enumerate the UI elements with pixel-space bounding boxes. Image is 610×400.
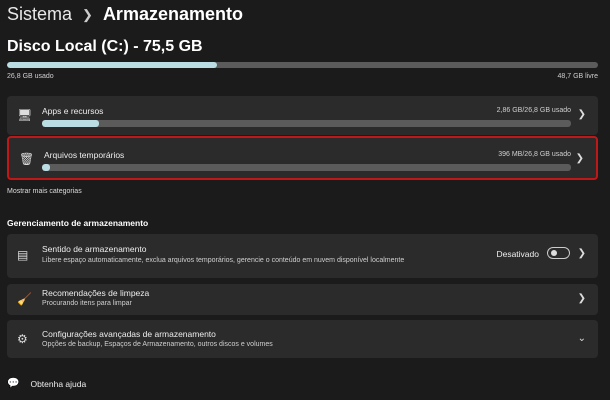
cleanup-recommendations[interactable]: 🧹 Recomendações de limpeza Procurando it… (7, 284, 598, 315)
category-temp-files[interactable]: 🗑 Arquivos temporários 396 MB/26,8 GB us… (7, 136, 598, 180)
chevron-right-icon: ❯ (82, 6, 93, 22)
storage-sense-toggle[interactable] (547, 247, 570, 259)
category-bar (42, 120, 571, 127)
disk-usage-fill (7, 62, 217, 68)
toggle-label: Desativado (496, 249, 539, 259)
chevron-right-icon: ❯ (577, 293, 586, 304)
help-label: Obtenha ajuda (30, 378, 87, 389)
category-bar-fill (42, 164, 50, 171)
storage-icon: ▤ (17, 248, 29, 262)
category-usage: 2,86 GB/26,8 GB usado (496, 107, 571, 114)
broom-icon: 🧹 (17, 292, 32, 306)
item-subtitle: Libere espaço automaticamente, exclua ar… (42, 257, 405, 264)
apps-icon: 🖥 (17, 108, 33, 122)
chevron-right-icon: ❯ (577, 248, 586, 259)
help-link[interactable]: 💬 Obtenha ajuda (7, 378, 86, 389)
section-heading: Gerenciamento de armazenamento (7, 218, 149, 228)
category-bar-fill (42, 120, 99, 127)
gear-icon: ⚙ (17, 332, 28, 346)
category-label: Apps e recursos (42, 106, 104, 116)
item-title: Recomendações de limpeza (42, 288, 150, 298)
disk-free-label: 48,7 GB livre (557, 73, 598, 80)
show-more-link[interactable]: Mostrar mais categorias (7, 188, 82, 195)
category-apps[interactable]: 🖥 Apps e recursos 2,86 GB/26,8 GB usado … (7, 96, 598, 135)
breadcrumb: Sistema ❯ Armazenamento (7, 4, 243, 25)
chevron-right-icon: ❯ (577, 109, 586, 120)
page-title: Armazenamento (102, 4, 243, 24)
item-subtitle: Opções de backup, Espaços de Armazenamen… (42, 341, 273, 348)
disk-usage-bar (7, 62, 598, 68)
category-bar (42, 164, 571, 171)
help-icon: 💬 (7, 378, 20, 389)
advanced-storage-settings[interactable]: ⚙ Configurações avançadas de armazenamen… (7, 320, 598, 358)
chevron-down-icon: ⌄ (577, 333, 586, 344)
item-title: Sentido de armazenamento (42, 244, 147, 254)
category-usage: 396 MB/26,8 GB usado (498, 151, 571, 158)
item-subtitle: Procurando itens para limpar (42, 300, 132, 307)
disk-used-label: 26,8 GB usado (7, 73, 54, 80)
storage-sense[interactable]: ▤ Sentido de armazenamento Libere espaço… (7, 234, 598, 278)
category-label: Arquivos temporários (44, 150, 125, 160)
disk-title: Disco Local (C:) - 75,5 GB (7, 38, 203, 55)
trash-icon: 🗑 (19, 152, 35, 166)
item-title: Configurações avançadas de armazenamento (42, 329, 216, 339)
chevron-right-icon: ❯ (575, 153, 584, 164)
breadcrumb-sistema[interactable]: Sistema (7, 4, 72, 25)
